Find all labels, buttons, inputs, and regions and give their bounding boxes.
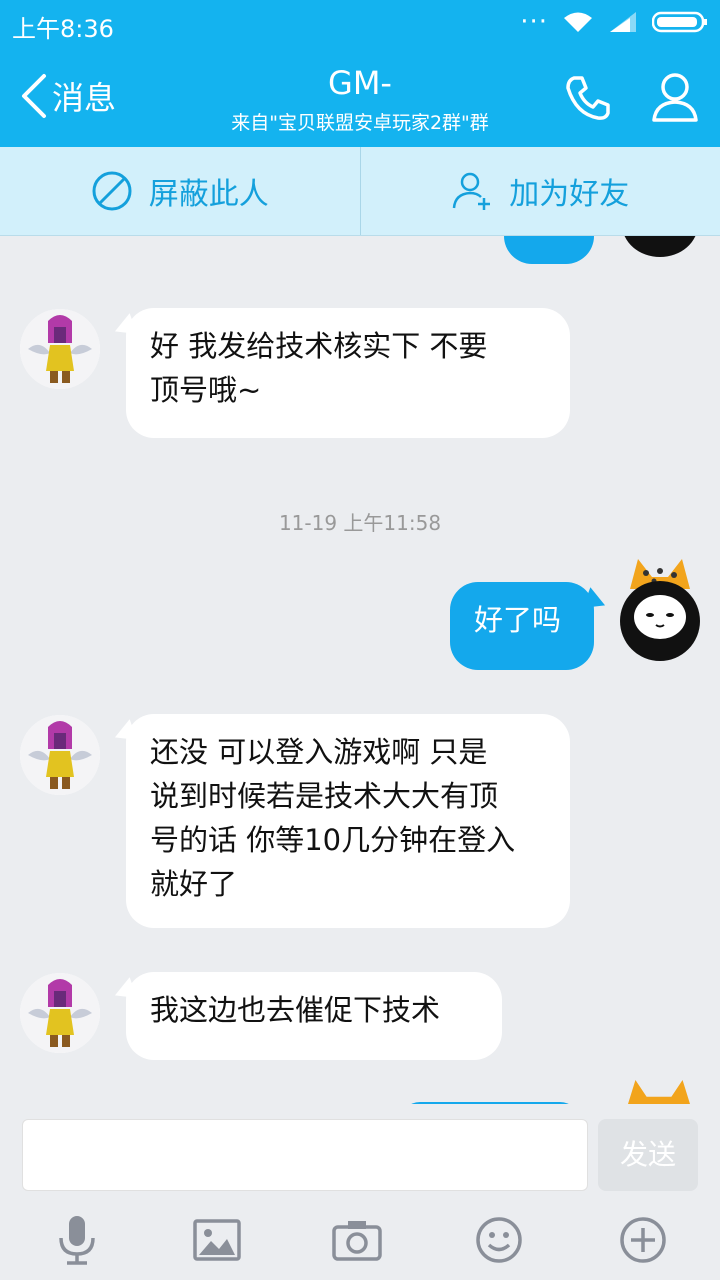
- notification-dots-icon: ···: [520, 7, 548, 37]
- knight-avatar-icon: [20, 309, 100, 389]
- avatar[interactable]: [20, 715, 100, 795]
- image-icon: [193, 1219, 241, 1261]
- message-line: 顶号哦~: [150, 373, 262, 407]
- battery-icon: [652, 11, 707, 33]
- add-friend-icon: [453, 172, 491, 210]
- add-friend-label: 加为好友: [509, 177, 630, 212]
- phone-icon: [566, 76, 610, 120]
- avatar[interactable]: [620, 559, 700, 661]
- camera-button[interactable]: [331, 1214, 383, 1266]
- action-bar: 屏蔽此人 加为好友: [0, 147, 720, 236]
- call-button[interactable]: [562, 72, 614, 128]
- knight-avatar-icon: [20, 973, 100, 1053]
- status-icons: ···: [520, 7, 708, 37]
- block-user-button[interactable]: 屏蔽此人: [0, 147, 360, 235]
- title-bar: 消息 GM- 来自"宝贝联盟安卓玩家2群"群: [0, 50, 720, 147]
- message-bubble-received[interactable]: 我这边也去催促下技术: [126, 972, 502, 1060]
- message-line: 就好了: [150, 867, 238, 901]
- panda-avatar-partial: [628, 1080, 690, 1104]
- block-icon: [92, 171, 132, 211]
- block-user-label: 屏蔽此人: [148, 177, 269, 212]
- add-friend-button[interactable]: 加为好友: [359, 147, 720, 235]
- message-line: 好了吗: [474, 603, 562, 637]
- person-icon: [652, 73, 698, 122]
- avatar[interactable]: [20, 973, 100, 1053]
- chat-area[interactable]: 好 我发给技术核实下 不要 顶号哦~ 11-19 上午11:58 好了吗 还没 …: [0, 236, 720, 1104]
- image-button[interactable]: [191, 1214, 243, 1266]
- input-bar: 发送: [0, 1104, 720, 1204]
- status-time: 上午8:36: [12, 15, 114, 43]
- message-line: 还没 可以登入游戏啊 只是: [150, 735, 488, 769]
- avatar[interactable]: [20, 309, 100, 389]
- message-timestamp: 11-19 上午11:58: [278, 511, 442, 535]
- wifi-icon: [564, 12, 592, 32]
- profile-button[interactable]: [650, 70, 700, 128]
- message-line: 我这边也去催促下技术: [150, 993, 441, 1027]
- send-button[interactable]: 发送: [598, 1119, 698, 1191]
- message-line: 好 我发给技术核实下 不要: [150, 329, 488, 363]
- knight-avatar-icon: [20, 715, 100, 795]
- message-input[interactable]: [22, 1119, 588, 1191]
- message-bubble-received[interactable]: 还没 可以登入游戏啊 只是 说到时候若是技术大大有顶 号的话 你等10几分钟在登…: [126, 714, 570, 928]
- voice-button[interactable]: [51, 1214, 103, 1266]
- smiley-icon: [476, 1217, 522, 1263]
- panda-avatar-partial: [622, 236, 698, 257]
- message-bubble-sent[interactable]: 好了吗: [450, 582, 594, 670]
- emoji-button[interactable]: [473, 1214, 525, 1266]
- panda-avatar-icon: [620, 559, 700, 661]
- camera-icon: [332, 1221, 382, 1261]
- signal-icon: [610, 12, 636, 32]
- microphone-icon: [59, 1216, 95, 1265]
- message-line: 号的话 你等10几分钟在登入: [150, 823, 516, 857]
- plus-circle-icon: [620, 1217, 666, 1263]
- partial-bubble: [504, 236, 594, 264]
- more-button[interactable]: [617, 1214, 669, 1266]
- message-bubble-received[interactable]: 好 我发给技术核实下 不要 顶号哦~: [126, 308, 570, 438]
- message-line: 说到时候若是技术大大有顶: [150, 779, 499, 813]
- status-bar: 上午8:36 ···: [0, 0, 720, 50]
- input-toolbar: [0, 1204, 720, 1280]
